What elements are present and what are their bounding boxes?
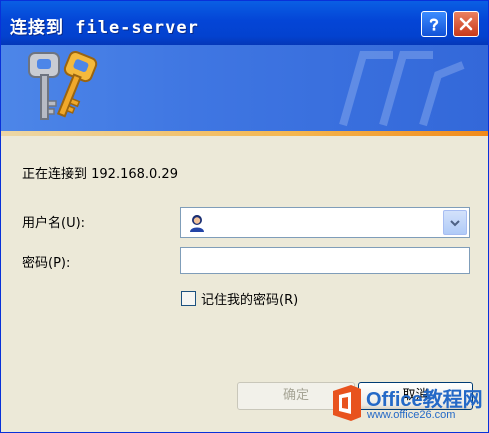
remember-password-option[interactable]: 记住我的密码(R) bbox=[181, 289, 298, 308]
close-button[interactable] bbox=[453, 11, 479, 37]
dialog-banner bbox=[1, 45, 488, 131]
username-label: 用户名(U): bbox=[22, 216, 86, 231]
office-logo-icon bbox=[333, 385, 361, 421]
chevron-down-icon bbox=[450, 219, 460, 226]
login-dialog: 连接到 file-server 正在连接到 192.168.0.29 用户名(U… bbox=[0, 0, 489, 433]
keys-icon bbox=[28, 50, 98, 120]
username-dropdown-button[interactable] bbox=[443, 210, 467, 235]
question-icon bbox=[429, 18, 439, 31]
password-input[interactable] bbox=[180, 247, 470, 274]
banner-decoration-icon bbox=[339, 51, 465, 127]
watermark-url: www.office26.com bbox=[367, 409, 456, 421]
connecting-status-text: 正在连接到 192.168.0.29 bbox=[22, 167, 178, 182]
remember-password-label: 记住我的密码(R) bbox=[201, 293, 299, 308]
user-avatar-icon bbox=[190, 215, 204, 232]
remember-password-checkbox[interactable] bbox=[181, 291, 196, 306]
window-title: 连接到 file-server bbox=[10, 18, 199, 38]
title-bar[interactable]: 连接到 file-server bbox=[1, 1, 488, 45]
close-icon bbox=[459, 17, 473, 31]
help-button[interactable] bbox=[421, 11, 447, 37]
username-combobox[interactable] bbox=[180, 207, 470, 238]
watermark-brand: Office教程网 bbox=[366, 389, 483, 411]
password-label: 密码(P): bbox=[22, 256, 71, 271]
site-watermark: Office教程网 www.office26.com bbox=[327, 379, 488, 432]
